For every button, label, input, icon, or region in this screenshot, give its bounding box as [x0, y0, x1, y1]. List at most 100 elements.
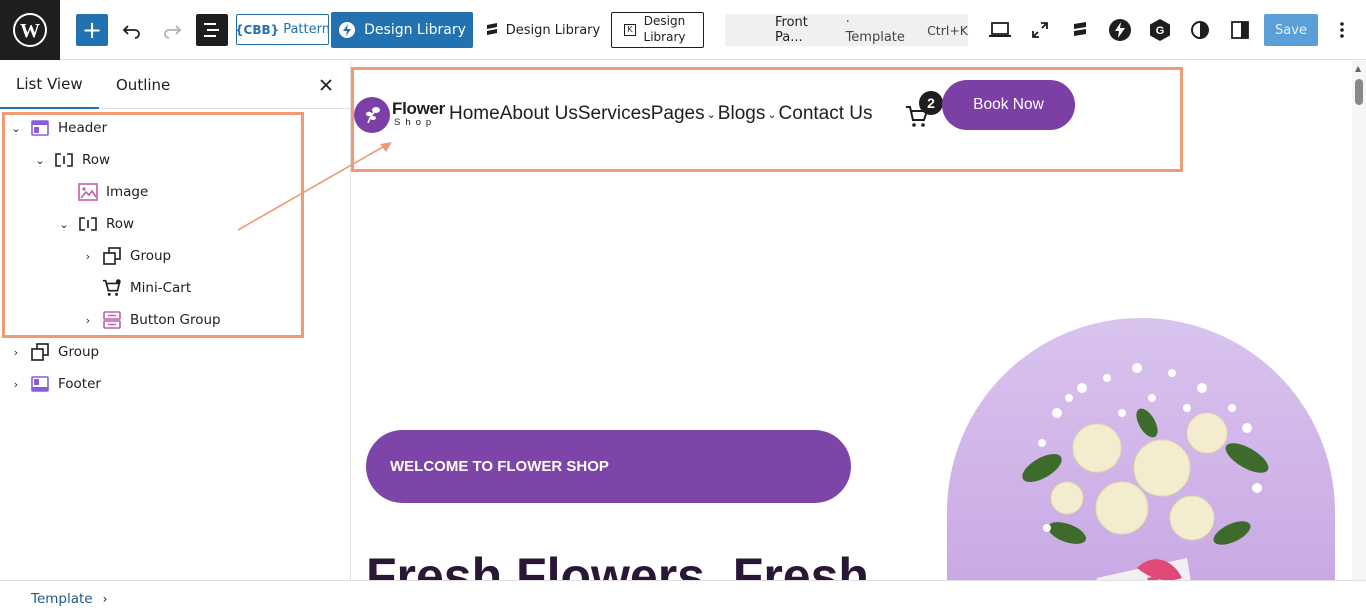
breadcrumb: Template › [31, 591, 107, 607]
design-library-primary-button[interactable]: Design Library [331, 12, 473, 48]
undo-button[interactable] [118, 16, 146, 44]
tree-item-label: Mini-Cart [130, 280, 192, 296]
hero-bouquet-image[interactable] [947, 318, 1335, 580]
nav-services[interactable]: Services [578, 103, 651, 125]
tab-outline[interactable]: Outline [116, 61, 170, 109]
chevron-right-icon[interactable]: › [80, 250, 96, 263]
cart-count-badge: 2 [919, 91, 943, 115]
row-icon [54, 150, 74, 170]
close-icon [320, 79, 332, 91]
command-palette-button[interactable]: Front Pa... · Template Ctrl+K [725, 14, 968, 46]
contrast-icon [1191, 21, 1209, 39]
bolt-icon [1109, 19, 1131, 41]
tree-item-label: Row [106, 216, 135, 232]
shortcut-hint: Ctrl+K [927, 22, 968, 38]
scroll-thumb[interactable] [1355, 79, 1363, 105]
stackable-icon [486, 23, 497, 35]
tree-item-image[interactable]: Image [56, 178, 148, 206]
redo-icon [164, 25, 182, 39]
group-icon [102, 246, 122, 266]
cbb-pattern-button[interactable]: {CBB} Pattern [235, 14, 330, 45]
scroll-up-icon[interactable]: ▲ [1355, 64, 1361, 73]
editor-canvas[interactable]: Flower Shop Home About Us Services Pages… [351, 61, 1352, 580]
document-kind: · Template [845, 15, 905, 45]
nav-home[interactable]: Home [449, 103, 500, 125]
tree-item-group[interactable]: › Group [8, 338, 99, 366]
tree-item-footer[interactable]: › Footer [8, 370, 101, 398]
save-button[interactable]: Save [1264, 14, 1318, 46]
design-library-boxed-button[interactable]: K Design Library [611, 12, 704, 48]
nav-contact-us[interactable]: Contact Us [779, 103, 873, 125]
fullscreen-button[interactable] [1026, 16, 1054, 44]
design-library-boxed-label: Design Library [643, 14, 686, 44]
styles-button[interactable] [1186, 16, 1214, 44]
bolt-settings-button[interactable] [1106, 16, 1134, 44]
expand-icon [1032, 22, 1048, 38]
list-view-icon [204, 23, 219, 37]
site-brand[interactable]: Flower Shop [392, 99, 445, 128]
chevron-down-icon[interactable]: ⌄ [32, 154, 48, 167]
cbb-logo-icon: {CBB} [235, 22, 280, 37]
tree-item-button-group[interactable]: › Button Group [80, 306, 221, 334]
list-view-sidebar: List View Outline ⌄ Header ⌄ Row Image ⌄… [0, 61, 351, 580]
flower-logo-icon[interactable] [354, 97, 390, 133]
nav-blogs[interactable]: Blogs [718, 103, 766, 125]
document-overview-button[interactable] [196, 14, 228, 46]
tree-item-row[interactable]: ⌄ Row [56, 210, 134, 238]
brand-name: Flower [392, 99, 445, 118]
chevron-down-icon[interactable]: ⌄ [767, 108, 776, 121]
nav-pages[interactable]: Pages [651, 103, 705, 125]
canvas-scrollbar[interactable]: ▲ [1352, 61, 1366, 580]
design-library-secondary-button[interactable]: Design Library [483, 16, 601, 44]
settings-sidebar-button[interactable] [1226, 16, 1254, 44]
tree-item-label: Footer [58, 376, 101, 392]
undo-icon [122, 25, 140, 39]
row-icon [78, 214, 98, 234]
tree-item-label: Header [58, 120, 108, 136]
redo-button[interactable] [158, 16, 186, 44]
sidebar-tabs: List View Outline [0, 61, 350, 109]
tree-item-header[interactable]: ⌄ Header [8, 114, 107, 142]
template-part-icon [30, 118, 50, 138]
nav-about-us[interactable]: About Us [500, 103, 578, 125]
breadcrumb-template[interactable]: Template [31, 591, 93, 607]
button-group-icon [102, 310, 122, 330]
chevron-right-icon[interactable]: › [8, 378, 24, 391]
more-vertical-icon [1340, 22, 1344, 38]
stackable-icon [1074, 22, 1086, 36]
tree-item-group[interactable]: › Group [80, 242, 171, 270]
editor-toolbar: W + {CBB} Pattern Design Library Design … [0, 0, 1366, 60]
site-navigation: Home About Us Services Pages ⌄ Blogs ⌄ C… [449, 103, 873, 125]
group-icon [30, 342, 50, 362]
kadence-icon: K [624, 24, 636, 36]
chevron-right-icon[interactable]: › [80, 314, 96, 327]
welcome-badge[interactable]: WELCOME TO FLOWER SHOP [366, 430, 851, 503]
options-button[interactable] [1330, 16, 1354, 44]
chevron-right-icon[interactable]: › [8, 346, 24, 359]
document-title: Front Pa... [775, 15, 808, 45]
chevron-down-icon[interactable]: ⌄ [707, 108, 716, 121]
design-library-primary-label: Design Library [364, 22, 466, 38]
generateblocks-button[interactable]: G [1146, 16, 1174, 44]
block-breadcrumb-bar: Template › [0, 580, 1366, 615]
tree-item-row[interactable]: ⌄ Row [32, 146, 110, 174]
generateblocks-icon: G [1150, 19, 1170, 41]
tree-item-label: Group [58, 344, 100, 360]
close-sidebar-button[interactable] [314, 73, 338, 97]
stackable-settings-button[interactable] [1066, 16, 1094, 44]
hero-title[interactable]: Fresh Flowers, Fresh [366, 547, 869, 580]
tab-list-view[interactable]: List View [0, 61, 99, 109]
chevron-right-icon: › [102, 592, 108, 606]
laptop-icon [989, 22, 1011, 37]
tree-item-mini-cart[interactable]: Mini-Cart [80, 274, 191, 302]
design-library-secondary-label: Design Library [505, 22, 601, 38]
tree-item-label: Group [130, 248, 172, 264]
svg-text:G: G [1156, 25, 1165, 37]
chevron-down-icon[interactable]: ⌄ [8, 122, 24, 135]
wordpress-logo-icon[interactable]: W [0, 0, 60, 60]
add-block-button[interactable]: + [76, 14, 108, 46]
book-now-button[interactable]: Book Now [942, 80, 1075, 130]
image-icon [78, 182, 98, 202]
chevron-down-icon[interactable]: ⌄ [56, 218, 72, 231]
device-preview-button[interactable] [986, 16, 1014, 44]
